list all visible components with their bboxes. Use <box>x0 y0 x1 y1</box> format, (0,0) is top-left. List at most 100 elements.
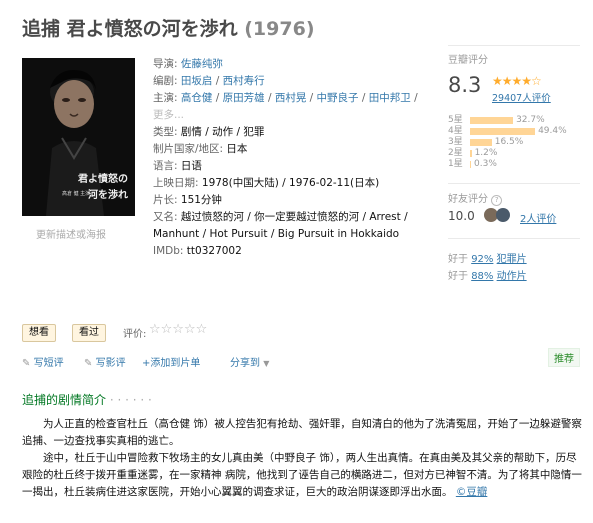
rating-bar-percent: 49.4% <box>538 126 567 136</box>
writer-label: 编剧: <box>153 75 178 87</box>
rating-bar-row: 3星 16.5% <box>448 137 588 148</box>
country-value: 日本 <box>226 143 248 155</box>
chevron-down-icon: ▼ <box>263 359 270 368</box>
runtime-label: 片长: <box>153 194 178 206</box>
friends-header-label: 好友评分 <box>448 194 488 205</box>
source-link[interactable]: ©豆瓣 <box>456 486 488 498</box>
rating-bar-row: 5星 32.7% <box>448 115 588 126</box>
poster-credits: 高倉 健 主演 <box>62 191 91 197</box>
better-genre-link[interactable]: 犯罪片 <box>497 254 527 265</box>
rating-bar-percent: 32.7% <box>516 115 545 125</box>
help-icon[interactable]: ? <box>491 195 503 206</box>
director-label: 导演: <box>153 58 178 70</box>
runtime-value: 151分钟 <box>180 194 222 206</box>
aka-value: 越过愤怒的河 / 你一定要越过愤怒的河 / Arrest / Manhunt /… <box>153 211 408 240</box>
cast-link[interactable]: 中野良子 <box>317 92 359 104</box>
cast-link[interactable]: 高仓健 <box>181 92 213 104</box>
synopsis-paragraph: 为人正直的检查官杜丘（高仓健 饰）被人控告犯有抢劫、强奸罪，自知清白的他为了洗清… <box>22 418 582 447</box>
poster-title-1: 君よ憤怒の <box>78 174 128 185</box>
rating-header: 豆瓣评分 <box>448 55 488 66</box>
better-prefix: 好于 <box>448 271 468 282</box>
add-to-list-button[interactable]: +添加到片单 <box>142 354 200 369</box>
recommend-button[interactable]: 推荐 <box>548 348 580 367</box>
rating-bar-label: 3星 <box>448 137 463 147</box>
rating-bar <box>470 161 471 168</box>
cast-more-link[interactable]: 更多... <box>153 109 184 121</box>
cast-link[interactable]: 西村晃 <box>275 92 307 104</box>
better-pct-link[interactable]: 92% <box>471 254 493 265</box>
better-than-2: 好于 88% 动作片 <box>448 267 527 282</box>
rating-bar-label: 5星 <box>448 115 463 125</box>
rating-bar-percent: 0.3% <box>474 159 497 169</box>
cast-link[interactable]: 田中邦卫 <box>369 92 411 104</box>
rating-divider-mid <box>448 183 580 184</box>
cast-link[interactable]: 原田芳雄 <box>223 92 265 104</box>
rating-bar-row: 1星 0.3% <box>448 159 588 170</box>
synopsis-paragraph-text: 途中，杜丘于山中冒险救下牧场主的女儿真由美（中野良子 饰），两人生出真情。在真由… <box>22 452 582 498</box>
page-title: 追捕 君よ憤怒の河を渉れ (1976) <box>22 14 315 41</box>
movie-title: 追捕 君よ憤怒の河を渉れ <box>22 18 238 40</box>
country-label: 制片国家/地区: <box>153 143 224 155</box>
rating-bar <box>470 117 514 124</box>
friend-avatars[interactable] <box>484 207 510 226</box>
release-value: 1978(中国大陆) / 1976-02-11(日本) <box>201 177 380 189</box>
rating-bar-percent: 16.5% <box>494 137 524 147</box>
rating-panel: 豆瓣评分 8.3 ★★★★☆ 29407人评价 5星 32.7% 4星 49.4% 3星… <box>448 51 588 169</box>
rating-bar <box>470 139 492 146</box>
cast-label: 主演: <box>153 92 178 104</box>
write-short-review-button[interactable]: ✎ 写短评 <box>22 354 64 369</box>
write-review-label: 写影评 <box>95 358 126 369</box>
friends-count-link[interactable]: 2人评价 <box>520 210 556 225</box>
rating-divider-bottom <box>448 238 580 239</box>
movie-year: (1976) <box>244 18 315 40</box>
rating-distribution: 5星 32.7% 4星 49.4% 3星 16.5% 2星 1.2% 1星 0.3% <box>448 115 588 170</box>
want-to-watch-button[interactable]: 想看 <box>22 324 56 342</box>
rate-stars-input[interactable]: ☆☆☆☆☆ <box>149 322 207 337</box>
poster-title-2: 河を渉れ <box>88 190 128 201</box>
release-label: 上映日期: <box>153 177 199 189</box>
write-review-button[interactable]: ✎ 写影评 <box>84 354 126 369</box>
genre-label: 类型: <box>153 126 178 138</box>
share-label: 分享到 <box>230 358 260 369</box>
rating-bar-label: 2星 <box>448 148 463 158</box>
synopsis-heading: 追捕的剧情简介 · · · · · · <box>22 391 152 408</box>
better-prefix: 好于 <box>448 254 468 265</box>
rating-bar-row: 2星 1.2% <box>448 148 588 159</box>
language-label: 语言: <box>153 160 178 172</box>
rating-votes-link[interactable]: 29407人评价 <box>492 90 551 104</box>
better-than-1: 好于 92% 犯罪片 <box>448 250 527 265</box>
rate-label: 评价: <box>123 329 147 340</box>
rating-divider-top <box>448 45 580 46</box>
synopsis-heading-dots: · · · · · · <box>109 393 152 407</box>
friends-score: 10.0 <box>448 209 475 223</box>
better-pct-link[interactable]: 88% <box>471 271 493 282</box>
rating-bar <box>470 128 536 135</box>
writer-link[interactable]: 西村寿行 <box>223 75 265 87</box>
better-genre-link[interactable]: 动作片 <box>497 271 527 282</box>
writer-link[interactable]: 田坂启 <box>181 75 213 87</box>
rating-bar-label: 1星 <box>448 159 463 169</box>
director-link[interactable]: 佐藤纯弥 <box>181 58 223 70</box>
avatar[interactable] <box>496 208 510 222</box>
imdb-value[interactable]: tt0327002 <box>187 245 242 257</box>
synopsis-paragraph: 途中，杜丘于山中冒险救下牧场主的女儿真由美（中野良子 饰），两人生出真情。在真由… <box>22 450 582 501</box>
friends-rating-header: 好友评分 ? <box>448 190 503 206</box>
watched-button[interactable]: 看过 <box>72 324 106 342</box>
rating-score: 8.3 <box>448 73 482 97</box>
write-short-review-label: 写短评 <box>33 358 64 369</box>
rating-bar-row: 4星 49.4% <box>448 126 588 137</box>
language-value: 日语 <box>180 160 202 172</box>
rating-bar <box>470 150 472 157</box>
synopsis-heading-text: 追捕的剧情简介 <box>22 393 107 407</box>
pencil-icon: ✎ <box>84 358 93 369</box>
rating-bar-percent: 1.2% <box>474 148 498 158</box>
movie-poster[interactable]: 君よ憤怒の 河を渉れ 高倉 健 主演 <box>22 58 135 216</box>
movie-info: 导演: 佐藤纯弥 编剧: 田坂启 / 西村寿行 主演: 高仓健 / 原田芳雄 /… <box>153 58 418 257</box>
genre-value: 剧情 / 动作 / 犯罪 <box>180 126 265 138</box>
synopsis-body: 为人正直的检查官杜丘（高仓健 饰）被人控告犯有抢劫、强奸罪，自知清白的他为了洗清… <box>22 416 582 501</box>
rating-bar-label: 4星 <box>448 126 463 136</box>
poster-caption[interactable]: 更新描述或海报 <box>36 226 106 241</box>
share-button[interactable]: 分享到 ▼ <box>230 354 269 369</box>
comment-icon: ✎ <box>22 358 31 369</box>
rating-stars: ★★★★☆ <box>492 74 542 88</box>
